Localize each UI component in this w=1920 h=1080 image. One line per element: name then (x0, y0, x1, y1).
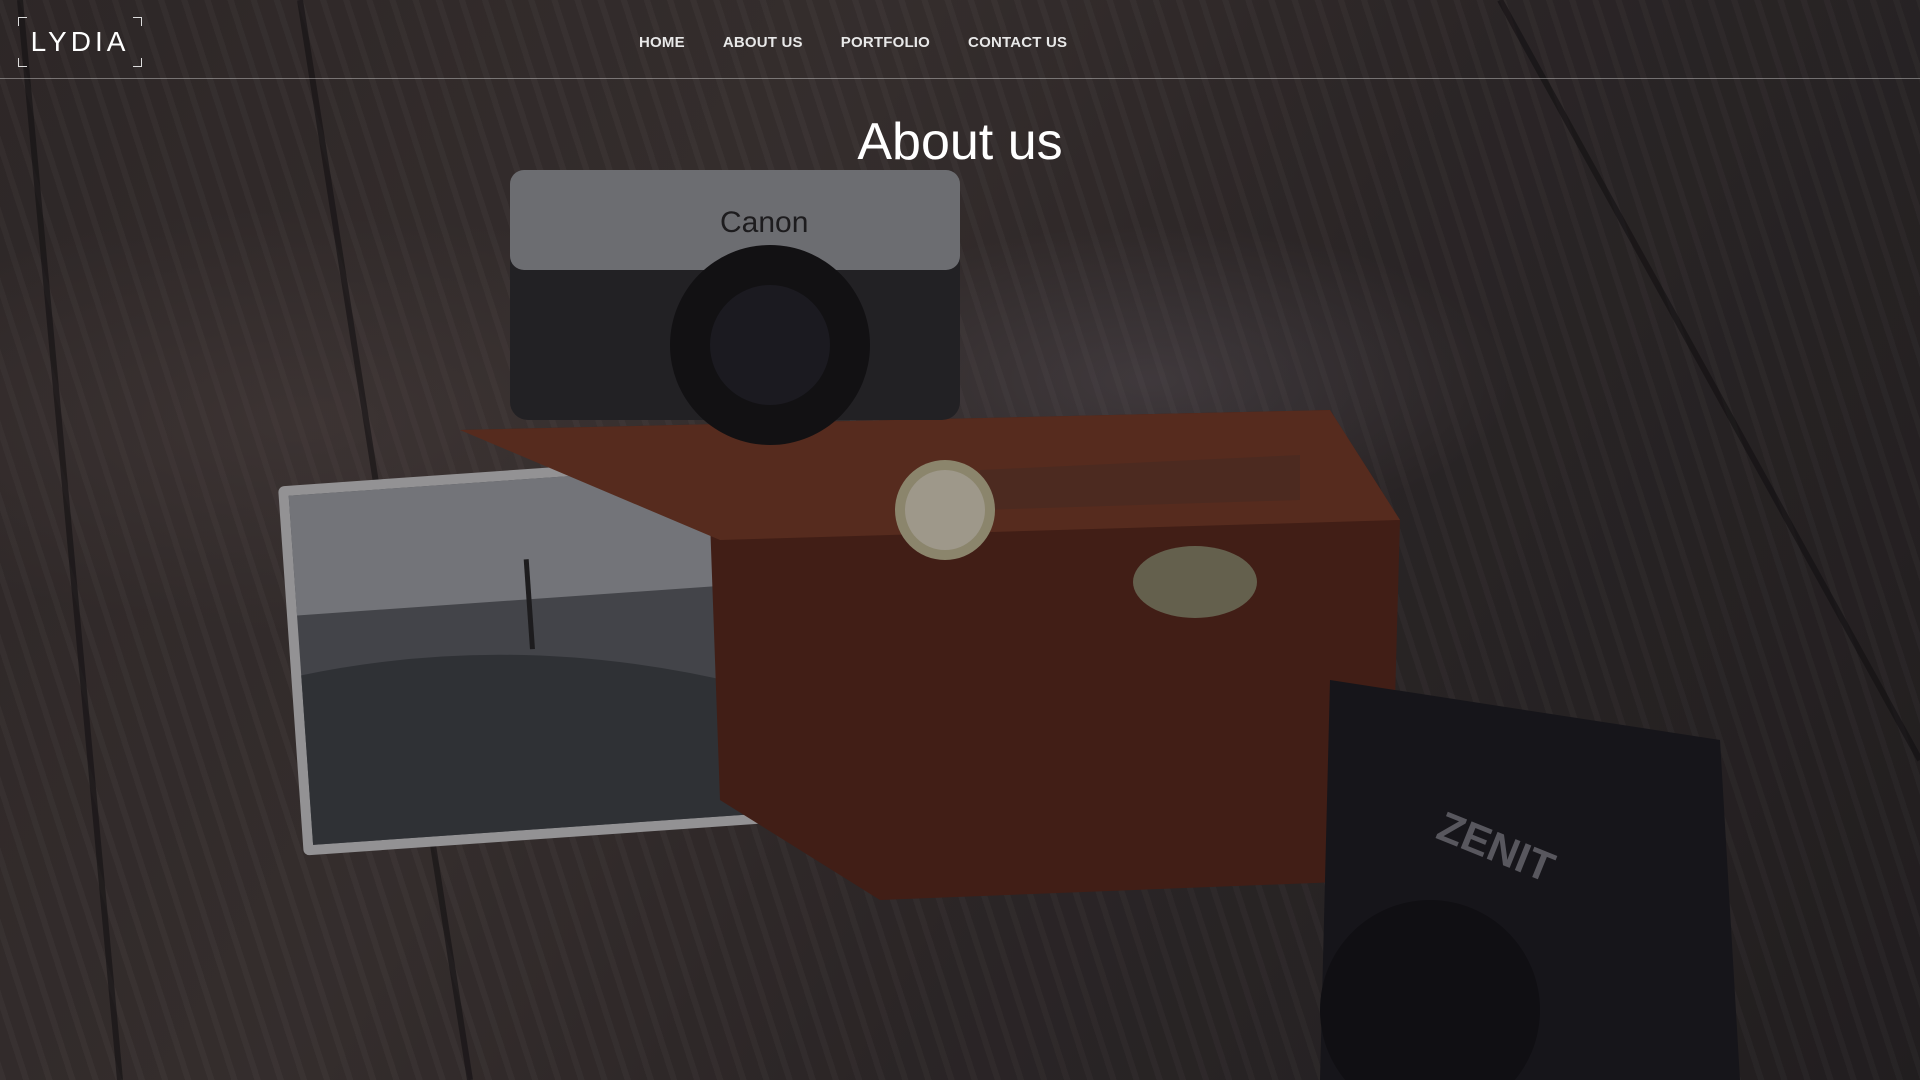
site-header: LYDIA HOME ABOUT US PORTFOLIO CONTACT US (0, 0, 1920, 79)
nav-contact-us[interactable]: CONTACT US (949, 28, 1086, 57)
logo-corner (18, 58, 27, 67)
logo-corner (133, 17, 142, 26)
nav-home[interactable]: HOME (620, 28, 704, 57)
nav-portfolio[interactable]: PORTFOLIO (822, 28, 949, 57)
main-nav: HOME ABOUT US PORTFOLIO CONTACT US (620, 28, 1086, 57)
logo-corner (18, 17, 27, 26)
logo-corner (133, 58, 142, 67)
page-title: About us (857, 113, 1063, 171)
logo-text: LYDIA (30, 26, 130, 57)
nav-about-us[interactable]: ABOUT US (704, 28, 822, 57)
logo[interactable]: LYDIA (18, 17, 142, 67)
